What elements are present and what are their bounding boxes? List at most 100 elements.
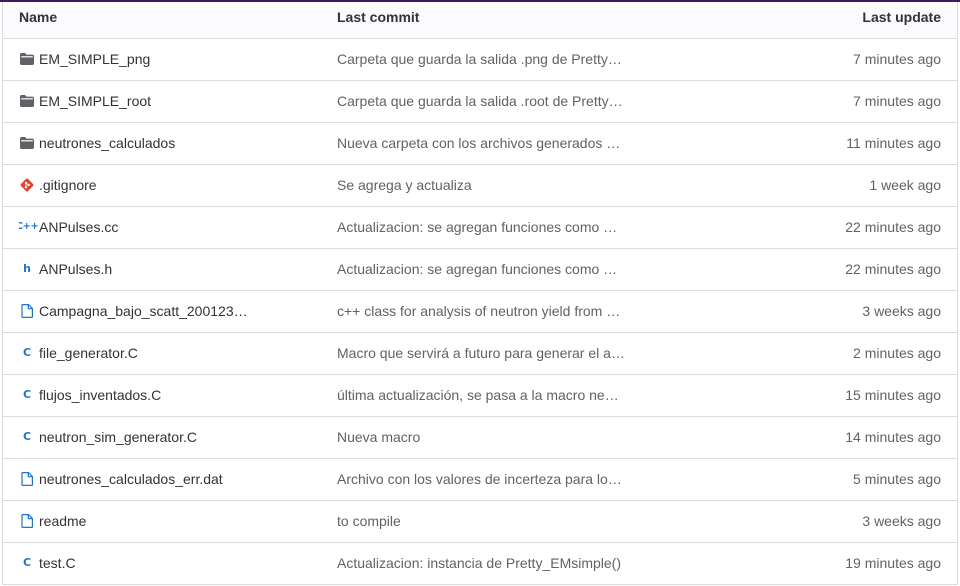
- file-name: EM_SIMPLE_root: [39, 93, 152, 109]
- commit-message-link[interactable]: Actualizacion: se agregan funciones como…: [337, 207, 625, 247]
- table-row: Cneutron_sim_generator.C Nueva macro 14 mi…: [3, 417, 957, 459]
- file-link[interactable]: h ANPulses.h: [19, 249, 319, 289]
- commit-message-link[interactable]: Actualizacion: instancia de Pretty_EMsim…: [337, 543, 621, 583]
- name-cell: readme: [19, 501, 319, 541]
- commit-cell: c++ class for analysis of neutron yield …: [337, 291, 637, 331]
- file-link[interactable]: neutrones_calculados_err.dat: [19, 459, 319, 499]
- column-header-last-update: Last update: [862, 9, 941, 25]
- commit-message-link[interactable]: Nueva macro: [337, 417, 420, 457]
- last-update-time: 7 minutes ago: [853, 51, 941, 67]
- table-row: readme to compile 3 weeks ago: [3, 501, 957, 543]
- commit-cell: Nueva carpeta con los archivos generados…: [337, 123, 637, 163]
- last-update-time: 1 week ago: [869, 177, 941, 193]
- table-row: Ctest.C Actualizacion: instancia de Prett…: [3, 543, 957, 585]
- file-link[interactable]: Cneutron_sim_generator.C: [19, 417, 319, 457]
- commit-message-link[interactable]: última actualización, se pasa a la macro…: [337, 375, 625, 415]
- table-row: Campagna_bajo_scatt_200123_… c++ class fo…: [3, 291, 957, 333]
- last-update-time: 22 minutes ago: [845, 219, 941, 235]
- name-cell: neutrones_calculados_err.dat: [19, 459, 319, 499]
- commit-message-link[interactable]: Macro que servirá a futuro para generar …: [337, 333, 625, 373]
- commit-message-link[interactable]: Nueva carpeta con los archivos generados…: [337, 123, 625, 163]
- file-link[interactable]: Ctest.C: [19, 543, 319, 583]
- last-update-time: 5 minutes ago: [853, 471, 941, 487]
- file-name: ANPulses.h: [39, 261, 113, 277]
- table-row: neutrones_calculados Nueva carpeta con lo…: [3, 123, 957, 165]
- c-file-icon: C: [22, 346, 32, 359]
- commit-message-link[interactable]: Carpeta que guarda la salida .root de Pr…: [337, 81, 625, 121]
- name-cell: EM_SIMPLE_root: [19, 81, 319, 121]
- file-link[interactable]: Campagna_bajo_scatt_200123_…: [19, 291, 319, 331]
- name-cell: Ctest.C: [19, 543, 319, 583]
- last-update-time: 14 minutes ago: [845, 429, 941, 445]
- file-icon: [19, 513, 35, 529]
- c-file-icon: C: [22, 430, 32, 443]
- commit-message-link[interactable]: to compile: [337, 501, 401, 541]
- table-row: h ANPulses.h Actualizacion: se agregan fun…: [3, 249, 957, 291]
- table-row: .gitignore Se agrega y actualiza 1 week ag…: [3, 165, 957, 207]
- table-header: Name Last commit Last update: [3, 2, 957, 39]
- commit-cell: to compile: [337, 501, 637, 541]
- file-link[interactable]: EM_SIMPLE_root: [19, 81, 319, 121]
- name-cell: Cfile_generator.C: [19, 333, 319, 373]
- commit-cell: Se agrega y actualiza: [337, 165, 637, 205]
- commit-cell: Actualizacion: se agregan funciones como…: [337, 207, 637, 247]
- commit-message-link[interactable]: Actualizacion: se agregan funciones como…: [337, 249, 625, 289]
- c-file-icon: C: [22, 556, 32, 569]
- file-link[interactable]: EM_SIMPLE_png: [19, 39, 319, 79]
- folder-icon: [19, 93, 35, 109]
- file-link[interactable]: neutrones_calculados: [19, 123, 319, 163]
- name-cell: C++ANPulses.cc: [19, 207, 319, 247]
- cpp-icon: C++: [19, 221, 39, 232]
- file-link[interactable]: readme: [19, 501, 319, 541]
- file-name: flujos_inventados.C: [39, 387, 162, 403]
- name-cell: Cflujos_inventados.C: [19, 375, 319, 415]
- column-header-name: Name: [19, 9, 58, 25]
- commit-message-link[interactable]: Carpeta que guarda la salida .png de Pre…: [337, 39, 625, 79]
- file-name: ANPulses.cc: [39, 219, 119, 235]
- folder-icon: [19, 135, 35, 151]
- name-cell: .gitignore: [19, 165, 319, 205]
- file-link[interactable]: .gitignore: [19, 165, 319, 205]
- file-name: .gitignore: [39, 177, 97, 193]
- c-file-icon: C: [22, 388, 32, 401]
- name-cell: EM_SIMPLE_png: [19, 39, 319, 79]
- last-update-time: 15 minutes ago: [845, 387, 941, 403]
- name-cell: Campagna_bajo_scatt_200123_…: [19, 291, 319, 331]
- name-cell: neutrones_calculados: [19, 123, 319, 163]
- last-update-time: 19 minutes ago: [845, 555, 941, 571]
- file-link[interactable]: Cfile_generator.C: [19, 333, 319, 373]
- table-row: C++ANPulses.cc Actualizacion: se agregan …: [3, 207, 957, 249]
- column-header-last-commit: Last commit: [337, 9, 420, 25]
- file-name: neutrones_calculados: [39, 135, 176, 151]
- last-update-time: 3 weeks ago: [862, 303, 941, 319]
- table-row: Cfile_generator.C Macro que servirá a fut…: [3, 333, 957, 375]
- file-name: EM_SIMPLE_png: [39, 51, 151, 67]
- commit-cell: Carpeta que guarda la salida .root de Pr…: [337, 81, 637, 121]
- file-name: test.C: [39, 555, 76, 571]
- file-name: neutron_sim_generator.C: [39, 429, 197, 445]
- last-update-time: 3 weeks ago: [862, 513, 941, 529]
- last-update-time: 2 minutes ago: [853, 345, 941, 361]
- file-name: neutrones_calculados_err.dat: [39, 471, 223, 487]
- file-name: file_generator.C: [39, 345, 138, 361]
- last-update-time: 7 minutes ago: [853, 93, 941, 109]
- file-link[interactable]: Cflujos_inventados.C: [19, 375, 319, 415]
- file-icon: [19, 471, 35, 487]
- h-file-icon: h: [23, 262, 31, 275]
- table-row: Cflujos_inventados.C última actualización…: [3, 375, 957, 417]
- commit-cell: Carpeta que guarda la salida .png de Pre…: [337, 39, 637, 79]
- commit-cell: Macro que servirá a futuro para generar …: [337, 333, 637, 373]
- commit-message-link[interactable]: Se agrega y actualiza: [337, 165, 472, 205]
- commit-cell: Actualizacion: se agregan funciones como…: [337, 249, 637, 289]
- name-cell: Cneutron_sim_generator.C: [19, 417, 319, 457]
- folder-icon: [19, 51, 35, 67]
- table-row: EM_SIMPLE_root Carpeta que guarda la sali…: [3, 81, 957, 123]
- commit-message-link[interactable]: c++ class for analysis of neutron yield …: [337, 291, 620, 331]
- file-table: Name Last commit Last update EM_SIMPLE_p…: [2, 2, 958, 585]
- table-row: neutrones_calculados_err.dat Archivo con …: [3, 459, 957, 501]
- git-icon: [19, 177, 35, 193]
- commit-message-link[interactable]: Archivo con los valores de incerteza par…: [337, 459, 625, 499]
- commit-cell: Actualizacion: instancia de Pretty_EMsim…: [337, 543, 637, 583]
- file-link[interactable]: C++ANPulses.cc: [19, 207, 319, 247]
- table-row: EM_SIMPLE_png Carpeta que guarda la salid…: [3, 39, 957, 81]
